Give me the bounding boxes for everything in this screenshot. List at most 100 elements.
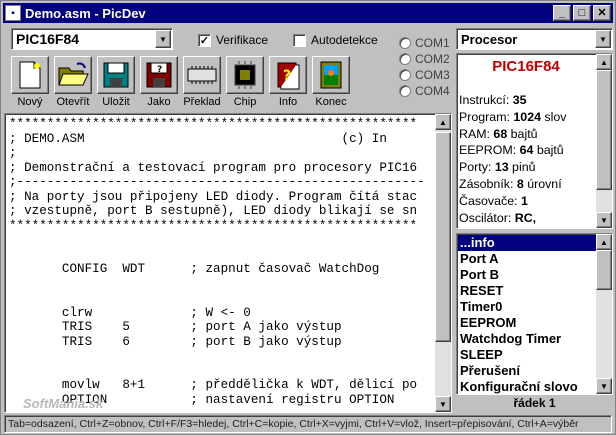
autodetect-checkbox[interactable] [293, 33, 306, 47]
verification-label: Verifikace [216, 33, 269, 47]
code-line[interactable]: ; Demonstrační a testovací program pro p… [9, 161, 435, 176]
code-line[interactable]: clrw ; W <- 0 [9, 306, 435, 321]
chip-select[interactable]: PIC16F84 ▼ [11, 28, 173, 50]
topic-item[interactable]: EEPROM [458, 315, 596, 331]
code-line[interactable]: OPTION ; nastavení registru OPTION [9, 393, 435, 408]
radio-button[interactable] [399, 69, 411, 81]
spec-value: 68 [493, 126, 508, 141]
scroll-thumb[interactable] [596, 250, 612, 290]
com-port-option[interactable]: COM1 [399, 35, 450, 51]
code-line[interactable] [9, 349, 435, 364]
info-scrollbar[interactable]: ▲ ▼ [596, 54, 612, 228]
radio-button[interactable] [399, 37, 411, 49]
topic-item[interactable]: Přerušení [458, 363, 596, 379]
window-title: Demo.asm - PicDev [25, 5, 146, 21]
topic-item[interactable]: ...info [458, 235, 596, 251]
maximize-button[interactable]: □ [573, 5, 591, 21]
open-folder-icon[interactable] [54, 56, 92, 94]
topic-item[interactable]: Timer0 [458, 299, 596, 315]
code-line[interactable]: TRIS 5 ; port A jako výstup [9, 320, 435, 335]
topic-item[interactable]: RESET [458, 283, 596, 299]
save-as-button[interactable]: ? Jako [140, 56, 178, 108]
radio-button[interactable] [399, 85, 411, 97]
open-button[interactable]: Otevřít [54, 56, 92, 108]
spec-label: Instrukcí: [459, 93, 513, 107]
exit-button[interactable]: Konec [312, 56, 350, 108]
scroll-down-icon[interactable]: ▼ [435, 396, 451, 412]
autodetect-option[interactable]: Autodetekce [293, 33, 378, 47]
chip-select-value: PIC16F84 [16, 31, 80, 47]
code-line[interactable]: movlw 8+1 ; předdělička k WDT, dělicí po [9, 378, 435, 393]
spec-row: Zásobník: 8 úrovní [459, 176, 595, 193]
code-line[interactable] [9, 248, 435, 263]
floppy-disk-icon[interactable] [97, 56, 135, 94]
spec-unit: bajtů [507, 126, 538, 141]
chevron-down-icon[interactable]: ▼ [595, 30, 611, 48]
code-line[interactable]: ****************************************… [9, 219, 435, 234]
panel-select[interactable]: Procesor ▼ [456, 28, 613, 50]
spec-label: Porty: [459, 160, 495, 175]
status-bar: Tab=odsazení, Ctrl+Z=obnov, Ctrl+F/F3=hl… [4, 415, 612, 433]
title-bar: ▪ Demo.asm - PicDev _ □ ✕ [3, 3, 613, 23]
code-text[interactable]: ****************************************… [9, 117, 435, 411]
code-line[interactable] [9, 291, 435, 306]
code-line[interactable] [9, 233, 435, 248]
chip-button[interactable]: Chip [226, 56, 264, 108]
scroll-thumb[interactable] [435, 132, 451, 342]
spec-unit: pinů [508, 160, 536, 175]
com-port-option[interactable]: COM2 [399, 51, 450, 67]
code-line[interactable]: ; DEMO.ASM (c) In [9, 132, 435, 147]
close-button[interactable]: ✕ [593, 5, 611, 21]
com-port-option[interactable]: COM3 [399, 67, 450, 83]
compile-button[interactable]: Překlad [183, 56, 221, 108]
topic-item[interactable]: SLEEP [458, 347, 596, 363]
code-line[interactable] [9, 364, 435, 379]
save-button[interactable]: Uložit [97, 56, 135, 108]
topic-item[interactable]: Port B [458, 267, 596, 283]
spec-row: Porty: 13 pinů [459, 159, 595, 176]
scroll-up-icon[interactable]: ▲ [596, 54, 612, 70]
window-controls: _ □ ✕ [553, 5, 611, 21]
scroll-up-icon[interactable]: ▲ [596, 234, 612, 250]
scroll-up-icon[interactable]: ▲ [435, 114, 451, 130]
scroll-thumb[interactable] [596, 70, 612, 190]
info-button[interactable]: ? Info [269, 56, 307, 108]
code-editor[interactable]: ****************************************… [4, 113, 452, 413]
app-icon: ▪ [5, 5, 21, 21]
new-button[interactable]: Nový [11, 56, 49, 108]
chip-icon[interactable] [226, 56, 264, 94]
scroll-down-icon[interactable]: ▼ [596, 378, 612, 394]
scroll-down-icon[interactable]: ▼ [596, 212, 612, 228]
code-line[interactable]: ; vzestupně, port B sestupně), LED diody… [9, 204, 435, 219]
radio-button[interactable] [399, 53, 411, 65]
spec-row: RAM: 68 bajtů [459, 126, 595, 143]
editor-vertical-scrollbar[interactable]: ▲ ▼ [435, 114, 451, 412]
code-line[interactable] [9, 407, 435, 411]
topic-item[interactable]: Watchdog Timer [458, 331, 596, 347]
verification-checkbox[interactable]: ✓ [198, 33, 211, 47]
topic-item[interactable]: Konfigurační slovo [458, 379, 596, 394]
code-line[interactable]: ; [9, 146, 435, 161]
processor-specs: Instrukcí: 35 Program: 1024 slov RAM: 68 b… [459, 92, 595, 228]
topic-item[interactable]: Port A [458, 251, 596, 267]
code-line[interactable]: ;---------------------------------------… [9, 175, 435, 190]
compile-icon[interactable] [183, 56, 221, 94]
minimize-button[interactable]: _ [553, 5, 571, 21]
verification-option[interactable]: ✓ Verifikace [198, 33, 268, 47]
topic-scrollbar[interactable]: ▲ ▼ [596, 234, 612, 394]
floppy-save-as-icon[interactable]: ? [140, 56, 178, 94]
new-document-icon[interactable] [11, 56, 49, 94]
code-line[interactable]: CONFIG WDT ; zapnut časovač WatchDog [9, 262, 435, 277]
com-port-option[interactable]: COM4 [399, 83, 450, 99]
line-indicator: řádek 1 [513, 396, 556, 410]
chevron-down-icon[interactable]: ▼ [155, 30, 171, 48]
help-book-icon[interactable]: ? [269, 56, 307, 94]
code-line[interactable]: TRIS 6 ; port B jako výstup [9, 335, 435, 350]
panel-select-value: Procesor [461, 31, 518, 47]
code-line[interactable]: ; Na porty jsou připojeny LED diody. Pro… [9, 190, 435, 205]
code-line[interactable] [9, 277, 435, 292]
exit-door-icon[interactable] [312, 56, 350, 94]
code-line[interactable]: ****************************************… [9, 117, 435, 132]
app-window: ▪ Demo.asm - PicDev _ □ ✕ PIC16F84 ▼ ✓ V… [0, 0, 616, 435]
spec-value: 8 [516, 176, 524, 191]
